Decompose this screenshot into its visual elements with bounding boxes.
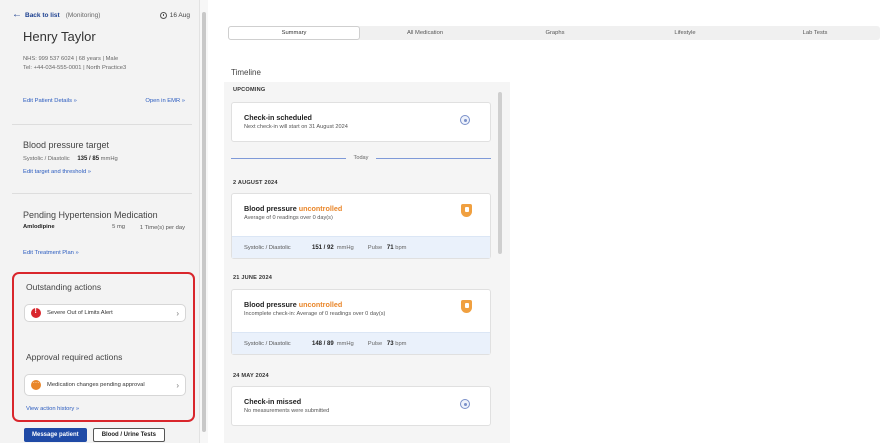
timeline-title: Timeline xyxy=(231,68,261,77)
card-title-text: Blood pressure xyxy=(244,300,297,309)
timeline-group-label: 24 MAY 2024 xyxy=(233,373,269,379)
pulse-unit: bpm xyxy=(395,244,407,251)
outstanding-action-label: Severe Out of Limits Alert xyxy=(47,309,113,316)
card-subtitle: Next check-in will start on 31 August 20… xyxy=(244,124,348,130)
timeline-card-bp-reading[interactable]: Blood pressure uncontrolled Incomplete c… xyxy=(231,289,491,355)
bp-target-value: 135 / 85 xyxy=(77,156,100,162)
bp-target-unit: mmHg xyxy=(100,156,118,162)
card-title: Check-in missed xyxy=(244,397,302,406)
clock-icon xyxy=(159,11,167,19)
sidebar-topline: ← Back to list (Monitoring) 16 Aug xyxy=(12,8,190,22)
outstanding-action-item[interactable]: Severe Out of Limits Alert › xyxy=(24,304,186,322)
medication-name: Amlodipine xyxy=(23,224,55,230)
open-in-emr-link[interactable]: Open in EMR » xyxy=(145,98,185,104)
edit-treatment-plan-link[interactable]: Edit Treatment Plan » xyxy=(23,250,79,256)
pulse-value: 73 xyxy=(386,340,394,347)
card-title: Blood pressure uncontrolled xyxy=(244,300,342,309)
date-chip: 16 Aug xyxy=(159,11,190,19)
medication-frequency: 1 Time(s) per day xyxy=(139,225,185,231)
card-subtitle: Incomplete check-in: Average of 0 readin… xyxy=(244,311,386,317)
divider xyxy=(12,124,192,125)
checkin-icon xyxy=(460,115,470,125)
pulse-label: Pulse xyxy=(367,244,383,251)
medication-dose: 5 mg xyxy=(112,224,125,230)
pulse-value: 71 xyxy=(386,244,394,251)
timeline-group-label: UPCOMING xyxy=(233,87,266,93)
medication-row: Amlodipine 5 mg 1 Time(s) per day xyxy=(23,224,193,232)
timeline-card-bp-reading[interactable]: Blood pressure uncontrolled Average of 0… xyxy=(231,193,491,259)
blood-urine-tests-button[interactable]: Blood / Urine Tests xyxy=(92,428,165,442)
card-title: Check-in scheduled xyxy=(244,113,312,122)
shield-alert-icon xyxy=(461,204,472,217)
timeline-card-checkin-missed[interactable]: Check-in missed No measurements were sub… xyxy=(231,386,491,426)
timeline-group-label: 2 AUGUST 2024 xyxy=(233,180,278,186)
today-line xyxy=(376,157,491,159)
patient-name: Henry Taylor xyxy=(23,29,96,44)
alert-icon xyxy=(31,308,41,318)
shield-alert-icon xyxy=(461,300,472,313)
timeline-scrollbar-thumb[interactable] xyxy=(498,92,502,254)
checkin-icon xyxy=(460,399,470,409)
tab-lab-tests[interactable]: Lab Tests xyxy=(750,26,880,40)
bp-target-label: Systolic / Diastolic xyxy=(23,156,70,162)
card-title: Blood pressure uncontrolled xyxy=(244,204,342,213)
timeline-card-checkin-scheduled[interactable]: Check-in scheduled Next check-in will st… xyxy=(231,102,491,142)
edit-patient-details-link[interactable]: Edit Patient Details » xyxy=(23,98,77,104)
card-subtitle: Average of 0 readings over 0 day(s) xyxy=(244,215,333,221)
reading-value: 148 / 89 xyxy=(312,340,334,347)
back-context: (Monitoring) xyxy=(65,11,101,19)
tab-graphs[interactable]: Graphs xyxy=(490,26,620,40)
back-to-list-link[interactable]: ← Back to list (Monitoring) xyxy=(12,10,100,20)
divider xyxy=(12,193,192,194)
edit-target-link[interactable]: Edit target and threshold » xyxy=(23,169,91,175)
patient-sidebar: ← Back to list (Monitoring) 16 Aug Henry… xyxy=(0,0,200,443)
pending-medication-title: Pending Hypertension Medication xyxy=(23,210,158,220)
today-label: Today xyxy=(353,155,369,161)
patient-nhs-line: NHS: 999 537 6024 | 68 years | Male xyxy=(23,56,119,62)
patient-links: Edit Patient Details » Open in EMR » xyxy=(23,98,185,104)
tab-summary[interactable]: Summary xyxy=(228,26,360,40)
reading-unit: mmHg xyxy=(336,244,354,251)
bp-target-title: Blood pressure target xyxy=(23,140,110,150)
back-label: Back to list xyxy=(25,11,60,19)
outstanding-actions-title: Outstanding actions xyxy=(26,282,102,292)
today-marker: Today xyxy=(231,154,491,162)
reading-bar: Systolic / Diastolic 151 / 92 mmHg Pulse… xyxy=(232,236,490,258)
chevron-right-icon: › xyxy=(176,308,179,318)
bp-status: uncontrolled xyxy=(298,300,343,309)
reading-value: 151 / 92 xyxy=(312,244,334,251)
actions-panel: Outstanding actions Severe Out of Limits… xyxy=(12,272,195,422)
pulse-reading: Pulse 73 bpm xyxy=(368,341,407,347)
view-action-history-link[interactable]: View action history » xyxy=(26,406,79,412)
patient-contact-line: Tel: +44-034-555-0001 | North Practice3 xyxy=(23,65,127,71)
timeline-group-label: 21 JUNE 2024 xyxy=(233,275,273,281)
section-tabs: Summary All Medication Graphs Lifestyle … xyxy=(228,26,880,40)
card-subtitle: No measurements were submitted xyxy=(244,408,330,414)
message-patient-button[interactable]: Message patient xyxy=(24,428,87,442)
chevron-right-icon: › xyxy=(176,380,179,390)
card-title-text: Blood pressure xyxy=(244,204,297,213)
bp-target-line: Systolic / Diastolic 135 / 85 mmHg xyxy=(23,156,118,162)
arrow-left-icon: ← xyxy=(12,9,22,20)
current-date: 16 Aug xyxy=(169,11,190,19)
sidebar-scrollbar-thumb[interactable] xyxy=(202,12,206,432)
bp-status: uncontrolled xyxy=(298,204,343,213)
approval-actions-title: Approval required actions xyxy=(26,352,123,362)
approval-action-item[interactable]: Medication changes pending approval › xyxy=(24,374,186,396)
pulse-reading: Pulse 71 bpm xyxy=(368,245,407,251)
sidebar-buttons: Message patient Blood / Urine Tests xyxy=(24,428,165,442)
pulse-unit: bpm xyxy=(395,340,407,347)
tab-all-medication[interactable]: All Medication xyxy=(360,26,490,40)
pulse-label: Pulse xyxy=(367,340,383,347)
reading-unit: mmHg xyxy=(336,340,354,347)
reading-bar: Systolic / Diastolic 148 / 89 mmHg Pulse… xyxy=(232,332,490,354)
reading-label: Systolic / Diastolic xyxy=(244,244,291,251)
reading-label: Systolic / Diastolic xyxy=(244,340,291,347)
approval-action-label: Medication changes pending approval xyxy=(47,381,145,388)
tab-lifestyle[interactable]: Lifestyle xyxy=(620,26,750,40)
pending-icon xyxy=(31,378,41,390)
today-line xyxy=(231,157,346,159)
